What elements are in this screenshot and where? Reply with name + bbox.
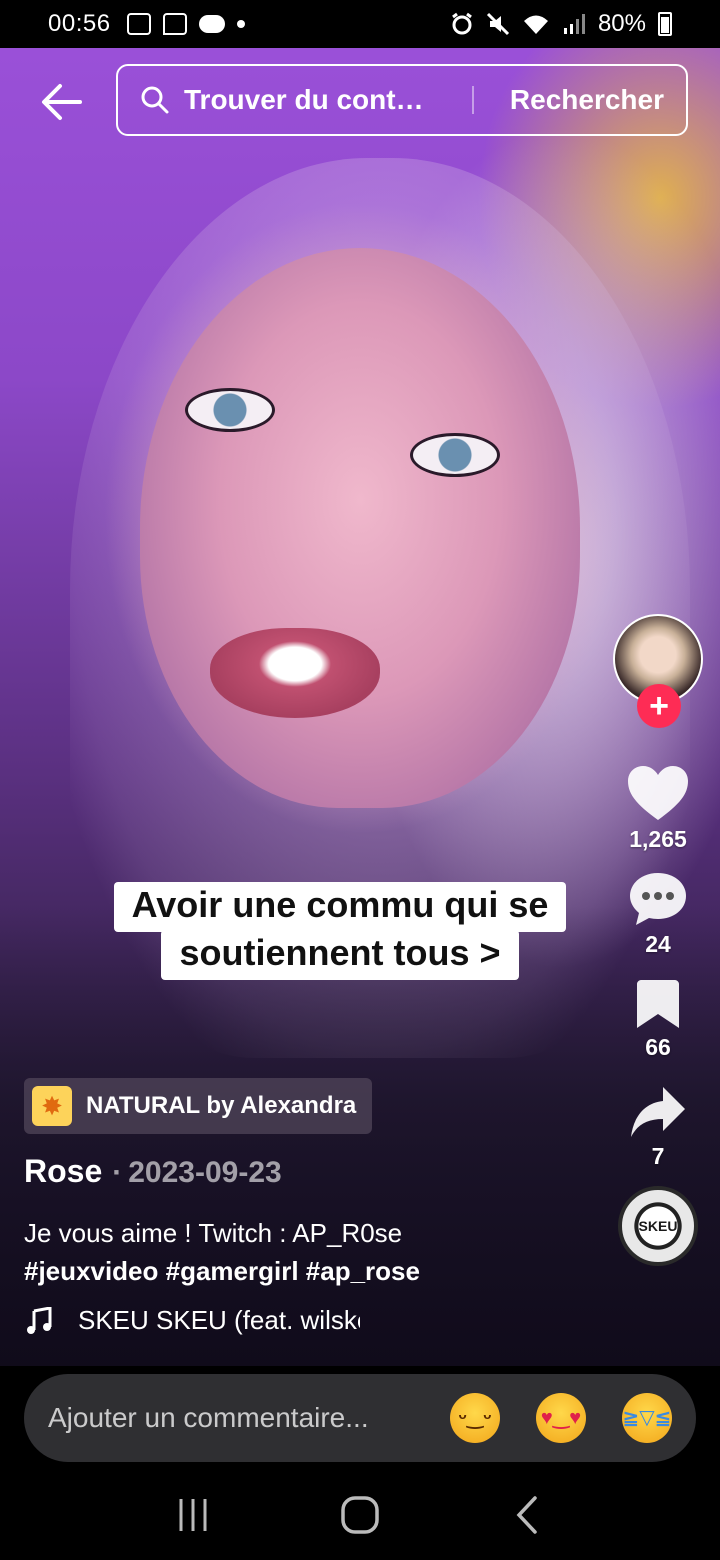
effect-name: NATURAL by Alexandra <box>86 1092 357 1119</box>
date-separator: · <box>112 1156 123 1189</box>
comment-count: 24 <box>645 931 671 957</box>
recent-apps-button[interactable] <box>163 1485 223 1545</box>
grinning-emoji[interactable]: ᵕ‿ᵕ <box>450 1393 500 1443</box>
hashtags[interactable]: #jeuxvideo #gamergirl #ap_rose <box>24 1252 584 1290</box>
like-count: 1,265 <box>629 826 687 852</box>
effect-tag[interactable]: ✸ NATURAL by Alexandra <box>24 1078 373 1134</box>
caption-line: soutiennent tous > <box>161 930 519 980</box>
tears-of-joy-emoji[interactable]: ≧▽≦ <box>622 1393 672 1443</box>
description-text: Je vous aime ! Twitch : AP_R0se <box>24 1218 403 1248</box>
music-disc-label: SKEU <box>638 1218 678 1234</box>
video-description: Je vous aime ! Twitch : AP_R0se #jeuxvid… <box>24 1214 584 1290</box>
game-controller-icon <box>198 15 225 33</box>
search-bar[interactable]: Trouver du cont… Rechercher <box>116 64 688 136</box>
post-date: 2023-09-23 <box>128 1156 282 1189</box>
music-disc[interactable]: SKEU <box>618 1186 698 1266</box>
share-count: 7 <box>651 1143 665 1169</box>
search-button[interactable]: Rechercher <box>510 84 664 116</box>
video-subject-mouth <box>210 628 380 718</box>
back-button[interactable] <box>38 78 86 126</box>
recent-apps-icon <box>179 1499 207 1531</box>
sound-title: SKEU SKEU (feat. wilske <box>78 1305 360 1335</box>
smiling-hearts-emoji[interactable]: ♥‿♥ <box>536 1393 586 1443</box>
share-arrow-icon <box>631 1087 685 1137</box>
video-subject-eye-left <box>185 388 275 432</box>
twitch-icon <box>162 13 187 35</box>
follow-button[interactable]: + <box>637 684 681 728</box>
author-row: Rose · 2023-09-23 <box>24 1153 282 1190</box>
system-nav-bar <box>0 1470 720 1560</box>
status-left-icons <box>126 13 245 35</box>
alarm-icon <box>452 12 472 35</box>
comment-icon <box>630 873 686 925</box>
search-icon <box>140 84 172 116</box>
mute-icon <box>486 12 510 36</box>
heart-icon <box>628 766 688 820</box>
video-caption-sticker: Avoir une commu qui se soutiennent tous … <box>0 882 680 980</box>
chevron-left-icon <box>516 1496 537 1534</box>
author-name[interactable]: Rose <box>24 1153 102 1190</box>
comment-input[interactable]: Ajouter un commentaire... ᵕ‿ᵕ ♥‿♥ ≧▽≦ <box>24 1374 696 1462</box>
wifi-icon <box>523 15 548 34</box>
home-icon <box>341 1496 379 1534</box>
like-button[interactable]: 1,265 <box>626 764 690 853</box>
sound-row[interactable]: SKEU SKEU (feat. wilske <box>24 1305 360 1336</box>
gallery-icon <box>126 13 151 35</box>
comment-button[interactable]: 24 <box>628 871 688 958</box>
save-button[interactable]: 66 <box>635 978 681 1061</box>
caption-line: Avoir une commu qui se <box>113 882 567 932</box>
creator-avatar[interactable]: + <box>613 614 703 728</box>
share-button[interactable]: 7 <box>629 1085 687 1170</box>
music-note-icon <box>24 1306 54 1336</box>
battery-percent: 80% <box>597 10 646 37</box>
video-subject-face <box>140 248 580 808</box>
battery-icon <box>658 12 672 36</box>
search-divider <box>472 86 474 114</box>
signal-icon <box>563 14 585 34</box>
notification-dot <box>236 20 245 28</box>
sparkle-icon: ✸ <box>32 1086 72 1126</box>
save-count: 66 <box>645 1034 671 1060</box>
video-subject-eye-right <box>410 433 500 477</box>
status-right-icons: 80% <box>450 10 672 38</box>
action-column: + 1,265 24 66 7 SKEU <box>610 614 706 1266</box>
home-button[interactable] <box>330 1485 390 1545</box>
status-bar: 00:56 80% <box>0 0 720 48</box>
search-input[interactable]: Trouver du cont… <box>184 84 448 116</box>
comment-placeholder: Ajouter un commentaire... <box>48 1402 369 1433</box>
system-back-button[interactable] <box>497 1485 557 1545</box>
arrow-left-icon <box>42 84 82 120</box>
bookmark-icon <box>637 980 679 1028</box>
status-time: 00:56 <box>48 10 111 37</box>
